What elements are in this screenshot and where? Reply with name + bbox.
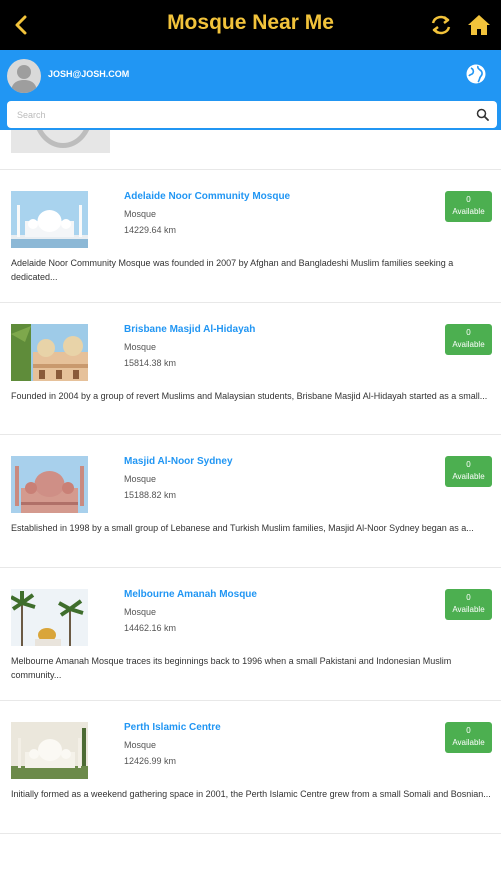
availability-status: Available	[452, 738, 485, 747]
mosque-thumbnail	[11, 191, 88, 248]
mosque-thumbnail	[11, 456, 88, 513]
mosque-distance: 14229.64 km	[124, 225, 177, 235]
availability-badge[interactable]: 0 Available	[445, 722, 492, 753]
mosque-description: Established in 1998 by a small group of …	[11, 523, 474, 533]
mosque-thumbnail	[11, 589, 88, 646]
user-avatar-icon	[11, 65, 37, 93]
availability-badge[interactable]: 0 Available	[445, 191, 492, 222]
partial-thumbnail	[11, 130, 110, 153]
availability-count: 0	[466, 726, 471, 735]
mosque-distance: 15814.38 km	[124, 358, 177, 368]
availability-count: 0	[466, 593, 471, 602]
search-bar	[0, 100, 501, 130]
mosque-name[interactable]: Perth Islamic Centre	[124, 722, 221, 733]
avatar[interactable]	[7, 59, 41, 93]
mosque-name[interactable]: Masjid Al-Noor Sydney	[124, 456, 233, 467]
list-item[interactable]: Melbourne Amanah Mosque Mosque 14462.16 …	[0, 568, 501, 700]
mosque-description: Melbourne Amanah Mosque traces its begin…	[11, 656, 452, 680]
divider	[0, 833, 501, 834]
availability-badge[interactable]: 0 Available	[445, 456, 492, 487]
mosque-distance: 14462.16 km	[124, 623, 177, 633]
availability-status: Available	[452, 605, 485, 614]
search-icon[interactable]	[476, 108, 489, 121]
user-email: JOSH@JOSH.COM	[48, 69, 130, 79]
mosque-thumbnail	[11, 324, 88, 381]
mosque-category: Mosque	[124, 474, 157, 484]
home-button[interactable]	[466, 12, 492, 38]
user-bar: JOSH@JOSH.COM	[0, 50, 501, 100]
top-bar: Mosque Near Me	[0, 0, 501, 50]
mosque-name[interactable]: Melbourne Amanah Mosque	[124, 589, 257, 600]
mosque-thumbnail	[11, 722, 88, 779]
mosque-description: Initially formed as a weekend gathering …	[11, 789, 491, 799]
availability-badge[interactable]: 0 Available	[445, 324, 492, 355]
availability-status: Available	[452, 472, 485, 481]
availability-count: 0	[466, 460, 471, 469]
availability-badge[interactable]: 0 Available	[445, 589, 492, 620]
home-icon	[468, 15, 490, 35]
refresh-icon	[431, 15, 451, 35]
list-item[interactable]: Brisbane Masjid Al-Hidayah Mosque 15814.…	[0, 303, 501, 435]
refresh-button[interactable]	[428, 12, 454, 38]
language-button[interactable]	[465, 63, 487, 85]
availability-count: 0	[466, 195, 471, 204]
availability-status: Available	[452, 340, 485, 349]
mosque-distance: 15188.82 km	[124, 490, 177, 500]
mosque-description: Adelaide Noor Community Mosque was found…	[11, 258, 454, 282]
mosque-description: Founded in 2004 by a group of revert Mus…	[11, 391, 488, 401]
list-item[interactable]: Perth Islamic Centre Mosque 12426.99 km …	[0, 701, 501, 833]
mosque-category: Mosque	[124, 607, 157, 617]
search-box	[7, 101, 497, 128]
availability-status: Available	[452, 207, 485, 216]
mosque-category: Mosque	[124, 342, 157, 352]
mosque-name[interactable]: Adelaide Noor Community Mosque	[124, 191, 290, 202]
mosque-name[interactable]: Brisbane Masjid Al-Hidayah	[124, 324, 255, 335]
mosque-category: Mosque	[124, 209, 157, 219]
globe-icon	[466, 64, 486, 84]
list-item[interactable]: Adelaide Noor Community Mosque Mosque 14…	[0, 170, 501, 302]
list-item[interactable]: Masjid Al-Noor Sydney Mosque 15188.82 km…	[0, 435, 501, 567]
page-title: Mosque Near Me	[167, 11, 334, 34]
mosque-distance: 12426.99 km	[124, 756, 177, 766]
search-input[interactable]	[17, 106, 457, 123]
mosque-category: Mosque	[124, 740, 157, 750]
availability-count: 0	[466, 328, 471, 337]
